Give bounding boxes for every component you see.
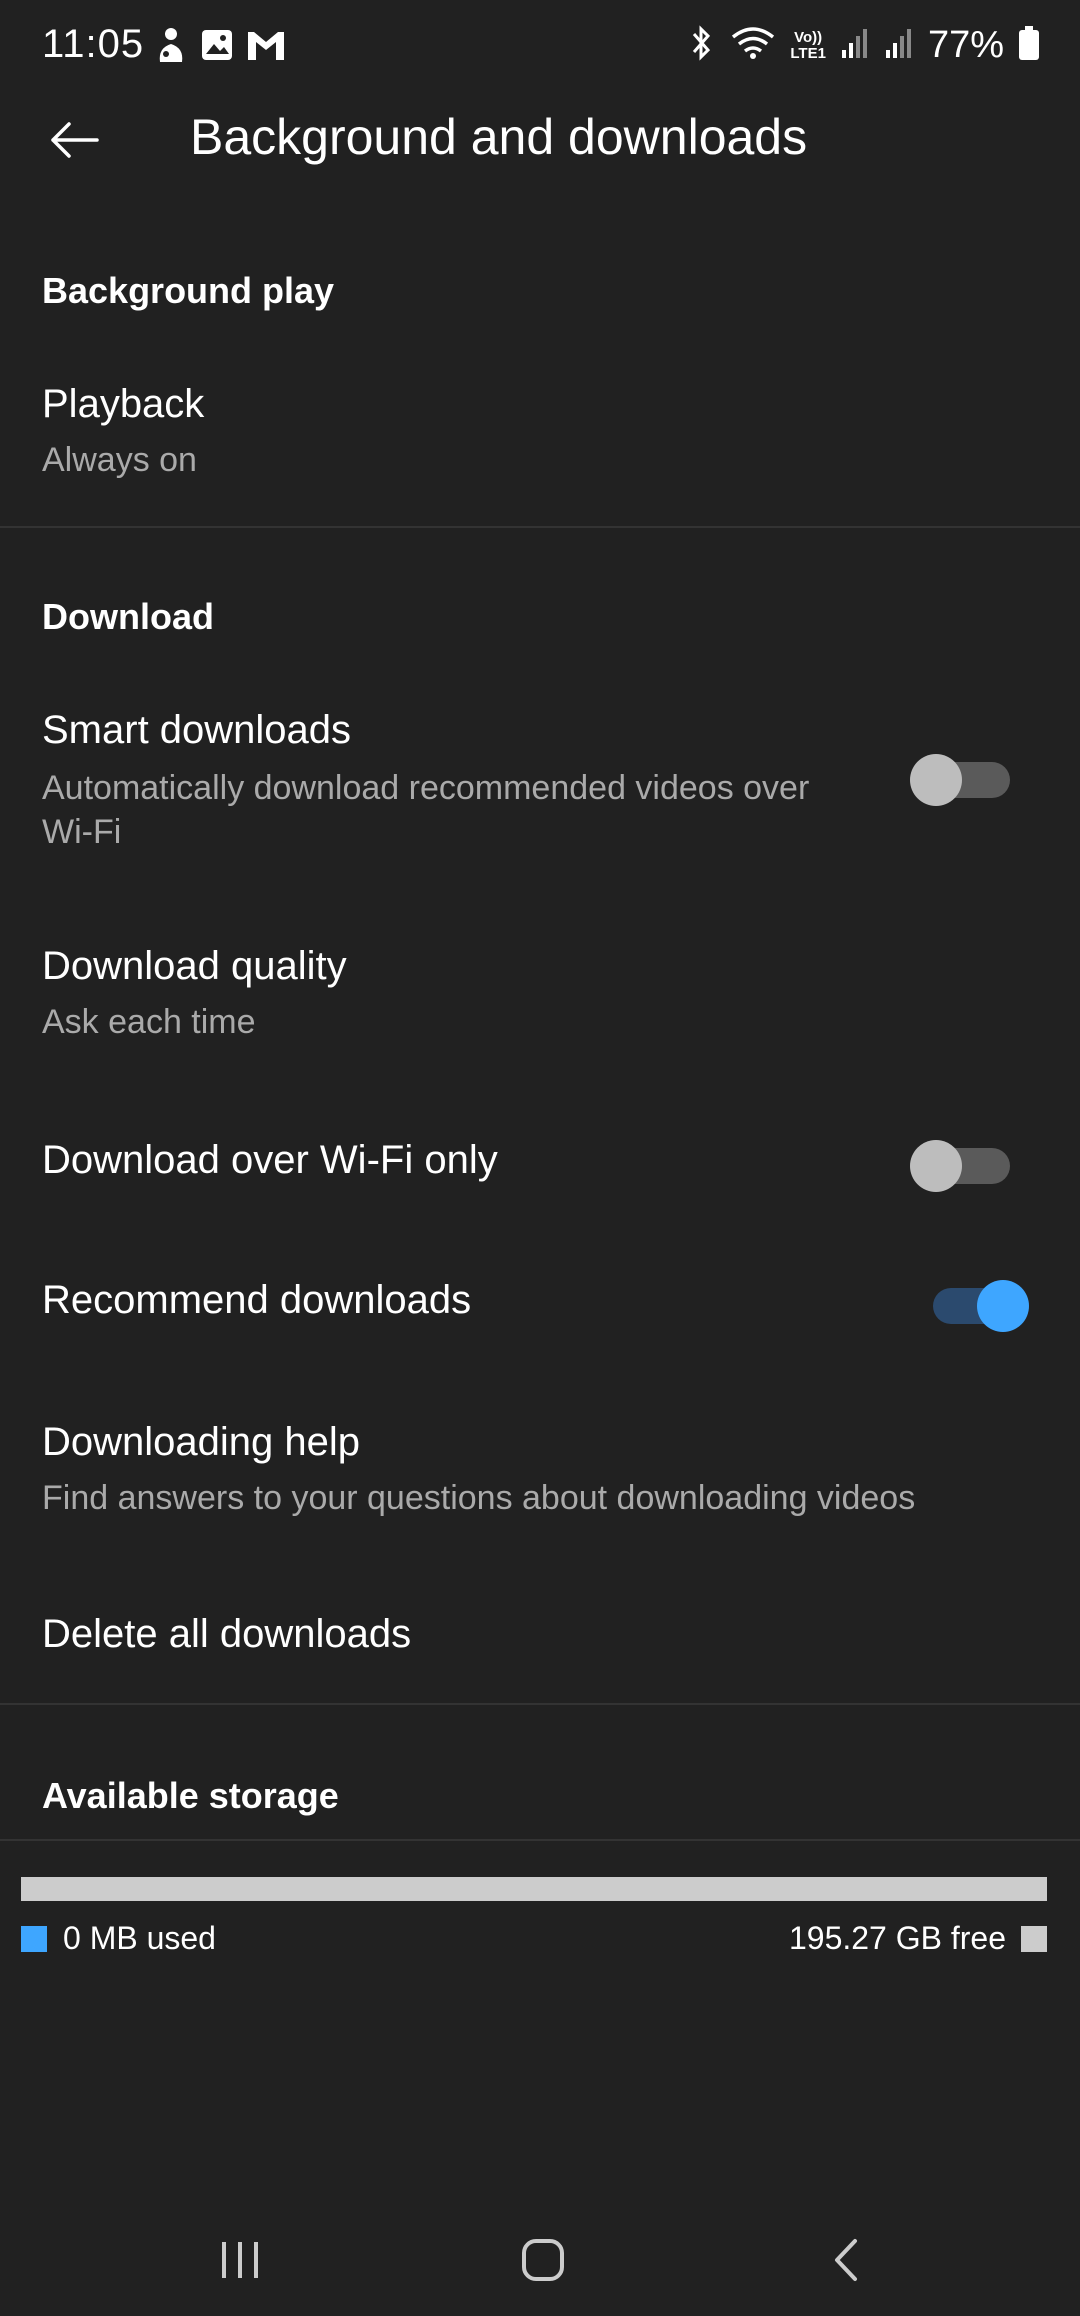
setting-recommend-downloads-title: Recommend downloads [42, 1278, 472, 1322]
storage-used-swatch [21, 1926, 47, 1952]
setting-smart-downloads-subtitle: Automatically download recommended video… [42, 769, 810, 851]
home-button[interactable] [503, 2230, 583, 2290]
storage-used-label: 0 MB used [63, 1920, 216, 1956]
gallery-icon [200, 28, 234, 67]
setting-playback[interactable]: Playback Always on [0, 370, 1080, 520]
setting-playback-title: Playback [42, 382, 205, 426]
status-time: 11:05 [42, 22, 145, 66]
setting-wifi-only[interactable]: Download over Wi-Fi only [0, 1130, 1080, 1230]
notification-app-icon [154, 26, 188, 69]
toggle-thumb [977, 1280, 1029, 1332]
bluetooth-icon [686, 24, 716, 67]
setting-download-quality-subtitle: Ask each time [42, 1003, 256, 1041]
signal-icon [840, 26, 870, 65]
divider [0, 526, 1080, 528]
storage-free-label: 195.27 GB free [788, 1920, 1006, 1956]
recent-apps-button[interactable] [200, 2230, 280, 2290]
setting-playback-subtitle: Always on [42, 441, 197, 479]
recommend-downloads-toggle[interactable] [925, 1270, 1035, 1332]
setting-downloading-help[interactable]: Downloading help Find answers to your qu… [0, 1408, 1080, 1558]
setting-recommend-downloads[interactable]: Recommend downloads [0, 1270, 1080, 1370]
app-bar: Background and downloads [0, 92, 1080, 188]
setting-delete-all-downloads[interactable]: Delete all downloads [0, 1604, 1080, 1704]
settings-screen: 11:05 Vo)) LTE1 77% Background and downl… [0, 0, 1080, 2316]
divider [0, 1839, 1080, 1841]
divider [0, 1703, 1080, 1705]
toggle-thumb [910, 1140, 962, 1192]
volte-lte-icon: Vo)) LTE1 [790, 28, 826, 62]
section-header-background-play: Background play [42, 270, 335, 311]
setting-wifi-only-title: Download over Wi-Fi only [42, 1138, 498, 1182]
setting-downloading-help-title: Downloading help [42, 1420, 361, 1464]
signal-icon [884, 26, 914, 65]
page-title: Background and downloads [190, 109, 808, 165]
gmail-icon [246, 28, 286, 67]
status-bar: 11:05 Vo)) LTE1 77% [0, 0, 1080, 92]
back-nav-button[interactable] [806, 2230, 886, 2290]
wifi-icon [730, 25, 776, 66]
smart-downloads-toggle[interactable] [910, 744, 1020, 806]
setting-smart-downloads-title: Smart downloads [42, 708, 352, 752]
chevron-left-icon [835, 2239, 857, 2281]
storage-bar [21, 1877, 1047, 1901]
section-header-download: Download [42, 596, 214, 637]
setting-download-quality[interactable]: Download quality Ask each time [0, 932, 1080, 1082]
home-icon [522, 2239, 564, 2281]
status-system-icons: Vo)) LTE1 77% [686, 24, 1040, 67]
lte-label: LTE1 [790, 44, 826, 62]
setting-delete-all-downloads-title: Delete all downloads [42, 1612, 412, 1656]
storage-free-swatch [1021, 1926, 1047, 1952]
battery-icon [1018, 25, 1040, 66]
recent-apps-icon [222, 2242, 258, 2278]
setting-download-quality-title: Download quality [42, 944, 347, 988]
battery-percent: 77% [927, 24, 1004, 66]
arrow-back-icon [51, 122, 99, 158]
setting-downloading-help-subtitle: Find answers to your questions about dow… [42, 1479, 916, 1517]
volte-label: Vo)) [794, 28, 823, 46]
back-button[interactable] [38, 110, 110, 170]
system-navigation-bar [0, 2200, 1080, 2316]
section-header-available-storage: Available storage [42, 1775, 339, 1816]
status-notification-icons [154, 26, 286, 69]
setting-smart-downloads[interactable]: Smart downloads Automatically download r… [0, 696, 1080, 866]
wifi-only-toggle[interactable] [910, 1130, 1020, 1192]
toggle-thumb [910, 754, 962, 806]
